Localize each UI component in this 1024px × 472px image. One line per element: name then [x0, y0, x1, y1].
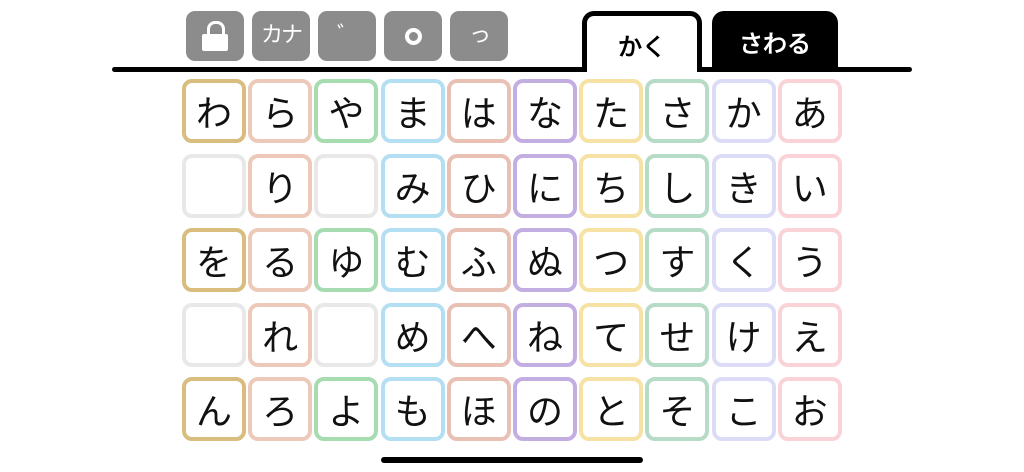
- toolbar: カナ ゛ っ かく さわる: [0, 0, 1024, 80]
- kana-key[interactable]: る: [248, 228, 313, 292]
- kana-key[interactable]: ふ: [446, 228, 511, 292]
- katakana-button[interactable]: カナ: [252, 11, 310, 61]
- kana-key[interactable]: な: [513, 79, 577, 143]
- kana-key-empty: [314, 302, 379, 367]
- kana-key[interactable]: へ: [446, 302, 511, 367]
- kana-column-ma: まみむめも: [380, 79, 445, 443]
- kana-key[interactable]: り: [248, 153, 313, 218]
- tab-baseline: [112, 67, 912, 72]
- kana-key[interactable]: み: [380, 153, 445, 218]
- kana-key[interactable]: ん: [182, 377, 246, 441]
- kana-key[interactable]: え: [777, 302, 842, 367]
- kana-key[interactable]: つ: [579, 228, 644, 292]
- kana-key[interactable]: こ: [711, 377, 776, 441]
- kana-column-a: あいうえお: [777, 79, 842, 443]
- home-indicator[interactable]: [381, 457, 643, 463]
- kana-key[interactable]: や: [314, 79, 379, 143]
- kana-key[interactable]: あ: [777, 79, 842, 143]
- tab-sawaru[interactable]: さわる: [712, 11, 838, 67]
- kana-key-empty: [182, 302, 246, 367]
- kana-key[interactable]: ほ: [446, 377, 511, 441]
- kana-key[interactable]: ね: [513, 302, 577, 367]
- kana-key[interactable]: ま: [380, 79, 445, 143]
- kana-key[interactable]: せ: [645, 302, 710, 367]
- kana-column-na: なにぬねの: [513, 79, 577, 443]
- kana-column-sa: さしすせそ: [645, 79, 710, 443]
- kana-key[interactable]: て: [579, 302, 644, 367]
- kana-key-empty: [314, 153, 379, 218]
- kana-key[interactable]: た: [579, 79, 644, 143]
- kana-key[interactable]: ち: [579, 153, 644, 218]
- kana-key[interactable]: に: [513, 153, 577, 218]
- kana-grid: わをんらりるれろやゆよまみむめもはひふへほなにぬねのたちつてとさしすせそかきくけ…: [182, 79, 842, 443]
- kana-key[interactable]: す: [645, 228, 710, 292]
- kana-key[interactable]: い: [777, 153, 842, 218]
- kana-column-ta: たちつてと: [579, 79, 644, 443]
- kana-key[interactable]: わ: [182, 79, 246, 143]
- handakuten-icon: [404, 27, 422, 45]
- tab-kaku[interactable]: かく: [582, 11, 702, 72]
- dakuten-icon: ゛: [336, 23, 359, 48]
- lock-button[interactable]: [186, 11, 244, 61]
- small-tsu-button[interactable]: っ: [450, 11, 508, 61]
- kana-key[interactable]: ろ: [248, 377, 313, 441]
- kana-key[interactable]: し: [645, 153, 710, 218]
- kana-key[interactable]: け: [711, 302, 776, 367]
- kana-key[interactable]: を: [182, 228, 246, 292]
- kana-key[interactable]: そ: [645, 377, 710, 441]
- kana-key[interactable]: さ: [645, 79, 710, 143]
- kana-key[interactable]: ひ: [446, 153, 511, 218]
- kana-key[interactable]: の: [513, 377, 577, 441]
- kana-key[interactable]: ら: [248, 79, 313, 143]
- kana-key[interactable]: も: [380, 377, 445, 441]
- kana-key[interactable]: ぬ: [513, 228, 577, 292]
- kana-key[interactable]: ゆ: [314, 228, 379, 292]
- kana-key[interactable]: き: [711, 153, 776, 218]
- kana-key[interactable]: か: [711, 79, 776, 143]
- kana-column-ya: やゆよ: [314, 79, 379, 443]
- kana-column-ra: らりるれろ: [248, 79, 313, 443]
- kana-key[interactable]: う: [777, 228, 842, 292]
- kana-column-ha: はひふへほ: [446, 79, 511, 443]
- kana-column-wa: わをん: [182, 79, 246, 443]
- small-tsu-icon: っ: [468, 23, 491, 48]
- kana-key[interactable]: む: [380, 228, 445, 292]
- kana-key[interactable]: お: [777, 377, 842, 441]
- kana-key[interactable]: め: [380, 302, 445, 367]
- handakuten-button[interactable]: [384, 11, 442, 61]
- kana-key[interactable]: れ: [248, 302, 313, 367]
- kana-key[interactable]: は: [446, 79, 511, 143]
- kana-column-ka: かきくけこ: [711, 79, 776, 443]
- kana-key[interactable]: く: [711, 228, 776, 292]
- kana-key-empty: [182, 153, 246, 218]
- dakuten-button[interactable]: ゛: [318, 11, 376, 61]
- kana-key[interactable]: よ: [314, 377, 379, 441]
- kana-key[interactable]: と: [579, 377, 644, 441]
- katakana-icon: カナ: [260, 23, 303, 48]
- lock-icon: [202, 21, 228, 51]
